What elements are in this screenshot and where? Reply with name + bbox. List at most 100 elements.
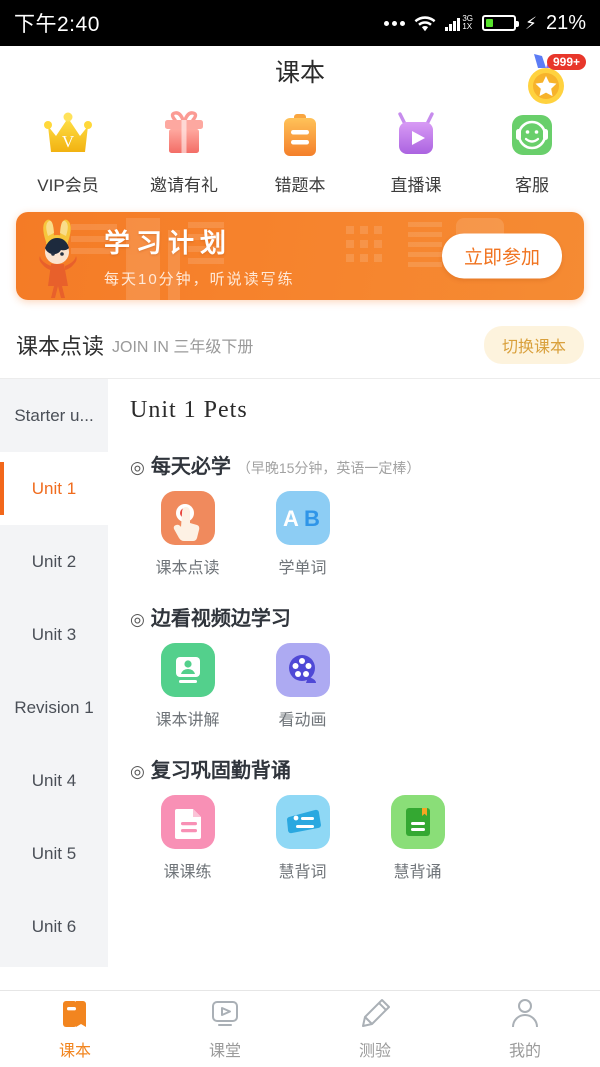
group-header: ◎ 每天必学 （早晚15分钟，英语一定棒） [130,450,600,479]
banner-title: 学习计划 [104,228,233,258]
quick-action-vip[interactable]: V VIP会员 [18,108,118,196]
tile-learn-words[interactable]: A B 学单词 [245,491,360,578]
nav-tab-label: 课本 [58,1043,91,1060]
quick-action-invite[interactable]: 邀请有礼 [134,108,234,196]
group-note: （早晚15分钟，英语一定棒） [236,460,421,476]
tile-watch-animation[interactable]: 看动画 [245,643,360,730]
sidebar-item-label: Unit 2 [31,551,77,571]
group-review: ◎ 复习巩固勤背诵 课课练 慧背词 慧背诵 [130,754,600,896]
gold-star-medal-icon[interactable]: 999+ [518,52,586,108]
book-icon [58,997,92,1031]
nav-tab-classroom[interactable]: 课堂 [165,997,285,1061]
group-title: 复习巩固勤背诵 [150,760,291,782]
group-tiles: 课本讲解 看动画 [130,643,600,744]
sidebar-item-label: Unit 5 [31,843,77,863]
sidebar-item-starter[interactable]: Starter u... [0,379,108,452]
pencil-icon [358,997,392,1031]
tile-label: 学单词 [278,560,327,577]
svg-text:A: A [283,506,299,531]
green-book-icon [390,795,445,849]
person-icon [508,997,542,1031]
group-tiles: 课课练 慧背词 慧背诵 [130,795,600,896]
quick-action-label: 直播课 [390,176,442,195]
worksheet-icon [160,795,215,849]
signal-icon: 3G 1X [445,15,473,31]
section-title: 课本点读 [16,334,105,359]
group-title: 边看视频边学习 [150,608,291,630]
battery-icon [482,15,520,31]
tile-label: 慧背词 [278,864,327,881]
tile-label: 慧背诵 [393,864,442,881]
sidebar-item-unit-6[interactable]: Unit 6 [0,890,108,963]
tile-exercises[interactable]: 课课练 [130,795,245,882]
medal-count-badge: 999+ [546,54,586,70]
gift-icon [157,108,211,162]
sidebar-item-label: Unit 1 [31,478,77,498]
quick-action-label: 邀请有礼 [150,176,218,195]
sidebar-item-unit-3[interactable]: Unit 3 [0,598,108,671]
tile-label: 课本点读 [155,560,220,577]
charging-bolt-icon: ⚡ [525,13,537,33]
quick-action-mistakes[interactable]: 错题本 [250,108,350,196]
unit-sidebar[interactable]: Starter u... Unit 1 Unit 2 Unit 3 Revisi… [0,379,108,967]
tile-label: 看动画 [278,712,327,729]
ab-letters-icon: A B [275,491,330,545]
svg-text:B: B [304,506,320,531]
nav-tab-textbook[interactable]: 课本 [15,997,135,1061]
quick-action-label: 错题本 [274,176,326,195]
quick-action-live[interactable]: 直播课 [366,108,466,196]
tile-textbook-reading[interactable]: 课本点读 [130,491,245,578]
crown-icon: V [41,108,95,162]
switch-textbook-button[interactable]: 切换课本 [483,326,584,364]
nav-tab-quiz[interactable]: 测验 [315,997,435,1061]
study-plan-banner-wrap: 学习计划 每天10分钟，听说读写练 立即参加 [0,206,600,314]
film-reel-icon [275,643,330,697]
nav-tab-label: 我的 [508,1043,541,1060]
tile-word-memorize[interactable]: 慧背词 [245,795,360,882]
monitor-play-icon [208,997,242,1031]
word-card-icon [275,795,330,849]
svg-text:V: V [62,132,75,151]
status-bar-icons: 3G 1X ⚡ 21% [384,12,586,35]
bullet-icon: ◎ [130,610,145,629]
quick-action-support[interactable]: 客服 [482,108,582,196]
nav-tab-profile[interactable]: 我的 [465,997,585,1061]
tile-textbook-lecture[interactable]: 课本讲解 [130,643,245,730]
group-video-study: ◎ 边看视频边学习 课本讲解 看动画 [130,602,600,744]
main-content-area: Starter u... Unit 1 Unit 2 Unit 3 Revisi… [0,379,600,967]
network-sub-label: 1X [462,22,473,31]
group-title: 每天必学 [150,456,231,478]
sidebar-item-label: Revision 1 [14,697,94,717]
nav-tab-label: 测验 [358,1043,391,1060]
tile-recite[interactable]: 慧背诵 [360,795,475,882]
status-bar-time: 下午2:40 [14,13,100,36]
headset-icon [505,108,559,162]
sidebar-item-unit-5[interactable]: Unit 5 [0,817,108,890]
tile-label: 课课练 [163,864,212,881]
sidebar-item-label: Unit 6 [31,916,77,936]
sidebar-item-label: Unit 4 [31,770,77,790]
sidebar-item-label: Unit 3 [31,624,77,644]
sidebar-item-unit-2[interactable]: Unit 2 [0,525,108,598]
page-title: 课本 [274,59,325,87]
sidebar-item-unit-1[interactable]: Unit 1 [0,452,108,525]
group-daily-study: ◎ 每天必学 （早晚15分钟，英语一定棒） 课本点读 A B 学单词 [130,450,600,592]
group-header: ◎ 复习巩固勤背诵 [130,754,600,783]
join-now-button[interactable]: 立即参加 [441,233,562,279]
status-bar: 下午2:40 3G 1X ⚡ 21% [0,0,600,46]
unit-content: Unit 1 Pets ◎ 每天必学 （早晚15分钟，英语一定棒） 课本点读 A… [108,379,600,967]
study-plan-banner[interactable]: 学习计划 每天10分钟，听说读写练 立即参加 [16,212,584,300]
sidebar-item-revision-1[interactable]: Revision 1 [0,671,108,744]
quick-action-label: VIP会员 [37,176,99,195]
tv-play-icon [389,108,443,162]
bottom-navigation: 课本 课堂 测验 我的 [0,990,600,1067]
textbook-section-bar: 课本点读 JOIN IN 三年级下册 切换课本 [0,314,600,379]
group-header: ◎ 边看视频边学习 [130,602,600,631]
sidebar-item-unit-4[interactable]: Unit 4 [0,744,108,817]
banner-text: 学习计划 每天10分钟，听说读写练 [104,223,295,289]
tile-label: 课本讲解 [155,712,220,729]
sidebar-item-label: Starter u... [14,405,94,425]
quick-action-label: 客服 [515,176,549,195]
rabbit-hood-mascot-icon [24,212,98,300]
nav-tab-label: 课堂 [208,1043,241,1060]
